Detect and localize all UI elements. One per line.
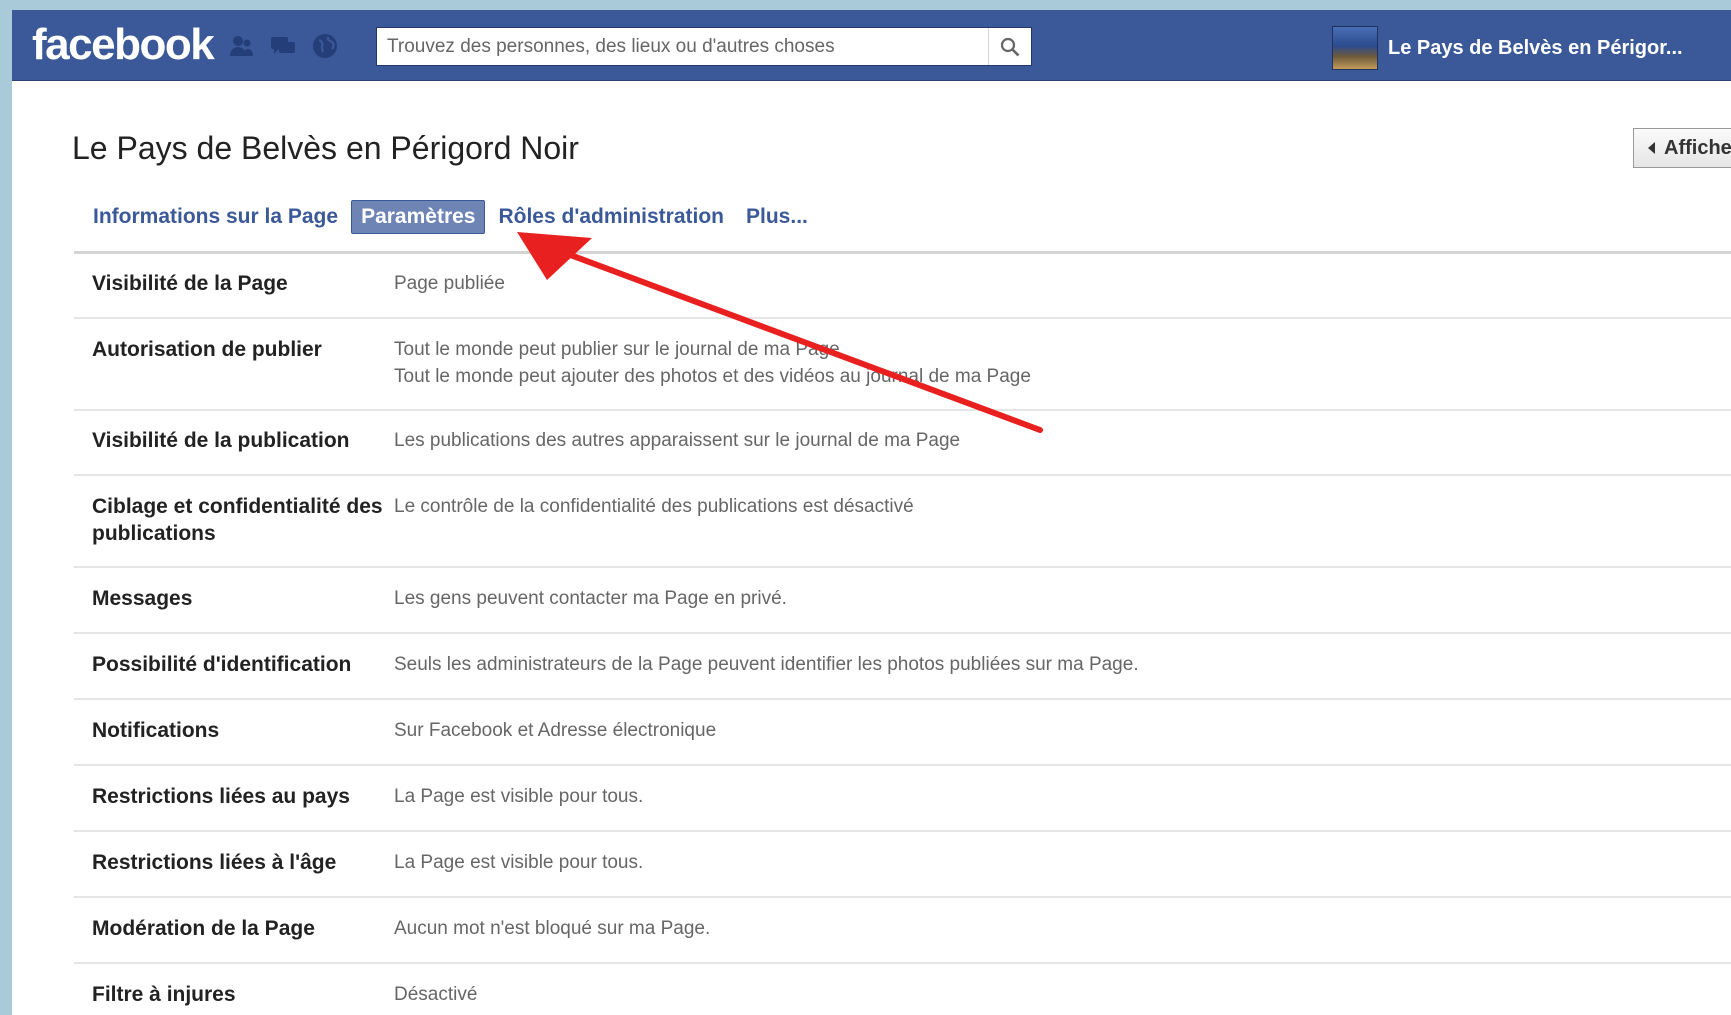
setting-label: Filtre à injures [92, 983, 236, 1006]
setting-label: Visibilité de la Page [92, 272, 288, 295]
setting-label: Messages [92, 587, 193, 610]
setting-label: Restrictions liées au pays [92, 785, 350, 808]
messages-icon[interactable] [269, 32, 297, 60]
setting-value: Aucun mot n'est bloqué sur ma Page. [394, 915, 1731, 962]
setting-value: Sur Facebook et Adresse électronique [394, 717, 1731, 764]
setting-value-line: La Page est visible pour tous. [394, 852, 644, 873]
table-row[interactable]: Restrictions liées au pays La Page est v… [74, 766, 1731, 832]
table-row[interactable]: Messages Les gens peuvent contacter ma P… [74, 568, 1731, 634]
setting-value-line: Les gens peuvent contacter ma Page en pr… [394, 588, 787, 609]
notification-jewels [227, 32, 339, 60]
table-row[interactable]: Visibilité de la Page Page publiée [74, 254, 1731, 319]
table-row[interactable]: Modération de la Page Aucun mot n'est bl… [74, 898, 1731, 964]
friend-requests-icon[interactable] [227, 32, 255, 60]
profile-name: Le Pays de Belvès en Périgor... [1388, 36, 1683, 59]
table-row[interactable]: Autorisation de publier Tout le monde pe… [74, 319, 1731, 411]
notifications-globe-icon[interactable] [311, 32, 339, 60]
facebook-top-bar: facebook Le Pays de Belvès en Périgor... [12, 10, 1731, 81]
setting-value-line: La Page est visible pour tous. [394, 786, 644, 807]
setting-value: La Page est visible pour tous. [394, 783, 1731, 830]
tab-more[interactable]: Plus... [737, 201, 817, 233]
table-row[interactable]: Visibilité de la publication Les publica… [74, 411, 1731, 476]
search-button[interactable] [988, 28, 1031, 65]
browser-frame: facebook Le Pays de Belvès en Périgor...… [12, 10, 1731, 1015]
table-row[interactable]: Restrictions liées à l'âge La Page est v… [74, 832, 1731, 898]
setting-value-line: Seuls les administrateurs de la Page peu… [394, 654, 1139, 675]
setting-value: Seuls les administrateurs de la Page peu… [394, 651, 1731, 698]
profile-link[interactable]: Le Pays de Belvès en Périgor... [1332, 26, 1683, 70]
view-page-label: Affiche [1664, 136, 1731, 159]
setting-label: Possibilité d'identification [92, 653, 352, 676]
view-page-button[interactable]: Affiche [1633, 128, 1731, 168]
table-row[interactable]: Possibilité d'identification Seuls les a… [74, 634, 1731, 700]
setting-label: Visibilité de la publication [92, 429, 350, 452]
setting-label: Autorisation de publier [92, 338, 322, 361]
page-title: Le Pays de Belvès en Périgord Noir [72, 130, 579, 166]
search-input[interactable] [377, 28, 1007, 65]
tab-settings[interactable]: Paramètres [351, 200, 486, 234]
tab-admin-roles[interactable]: Rôles d'administration [489, 201, 733, 233]
caret-left-icon [1648, 142, 1655, 154]
admin-tabs: Informations sur la Page Paramètres Rôle… [84, 200, 821, 234]
setting-value-line: Aucun mot n'est bloqué sur ma Page. [394, 918, 711, 939]
page-avatar [1332, 26, 1378, 70]
setting-value-line: Désactivé [394, 984, 478, 1005]
table-row[interactable]: Ciblage et confidentialité des publicati… [74, 476, 1731, 568]
search-box [376, 27, 1032, 66]
setting-value: Le contrôle de la confidentialité des pu… [394, 493, 1731, 566]
setting-value-line: Les publications des autres apparaissent… [394, 430, 961, 451]
setting-value-line: Tout le monde peut publier sur le journa… [394, 339, 840, 360]
setting-label: Notifications [92, 719, 220, 742]
setting-label: Restrictions liées à l'âge [92, 851, 337, 874]
setting-value: La Page est visible pour tous. [394, 849, 1731, 896]
setting-value: Les gens peuvent contacter ma Page en pr… [394, 585, 1731, 632]
setting-label: Ciblage et confidentialité des publicati… [92, 495, 383, 545]
settings-table: Visibilité de la Page Page publiée Autor… [74, 254, 1731, 1015]
setting-value: Tout le monde peut publier sur le journa… [394, 336, 1731, 409]
table-row[interactable]: Filtre à injures Désactivé [74, 964, 1731, 1015]
setting-value-line: Tout le monde peut ajouter des photos et… [394, 366, 1031, 387]
table-row[interactable]: Notifications Sur Facebook et Adresse él… [74, 700, 1731, 766]
setting-value-line: Sur Facebook et Adresse électronique [394, 720, 717, 741]
setting-value: Page publiée [394, 270, 1731, 317]
setting-label: Modération de la Page [92, 917, 315, 940]
setting-value-line: Page publiée [394, 273, 505, 294]
setting-value-line: Le contrôle de la confidentialité des pu… [394, 496, 914, 517]
facebook-logo[interactable]: facebook [32, 20, 215, 70]
search-icon [1000, 37, 1020, 56]
setting-value: Désactivé [394, 981, 1731, 1015]
setting-value: Les publications des autres apparaissent… [394, 427, 1731, 474]
tab-page-info[interactable]: Informations sur la Page [84, 201, 347, 233]
